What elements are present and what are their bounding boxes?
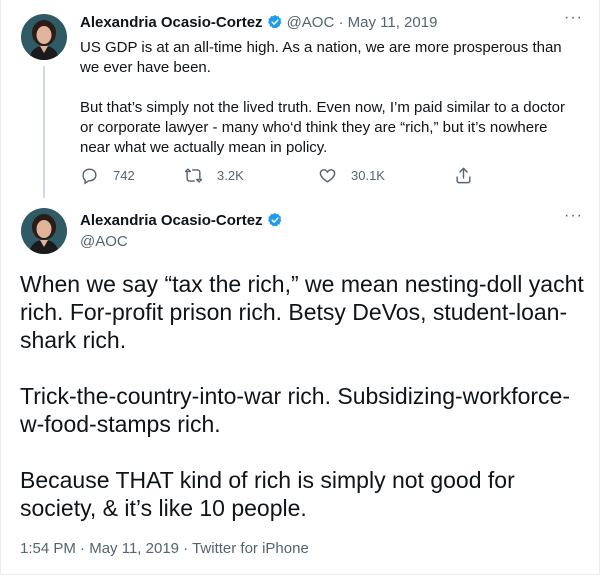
tweet2-paragraph-3: Because THAT kind of rich is simply not … bbox=[20, 467, 515, 521]
separator: · bbox=[80, 540, 86, 557]
tweet-thread: Alexandria Ocasio-Cortez @AOC · May 11, 2… bbox=[0, 0, 600, 575]
more-icon[interactable]: ··· bbox=[564, 9, 583, 27]
separator: · bbox=[338, 14, 344, 31]
retweet-count: 3.2K bbox=[217, 168, 244, 183]
tweet1-paragraph-1: US GDP is at an all-time high. As a nati… bbox=[80, 39, 562, 76]
avatar[interactable] bbox=[21, 208, 67, 254]
display-name[interactable]: Alexandria Ocasio-Cortez bbox=[80, 14, 263, 31]
tweet-time[interactable]: 1:54 PM bbox=[20, 540, 76, 557]
reply-count: 742 bbox=[113, 168, 135, 183]
tweet1-paragraph-2: But that’s simply not the lived truth. E… bbox=[80, 99, 565, 156]
display-name[interactable]: Alexandria Ocasio-Cortez bbox=[80, 212, 263, 229]
tweet-date[interactable]: May 11, 2019 bbox=[89, 540, 179, 557]
avatar-photo bbox=[21, 14, 67, 60]
more-icon[interactable]: ··· bbox=[564, 207, 583, 225]
verified-badge-icon bbox=[267, 15, 281, 29]
tweet2-header: Alexandria Ocasio-Cortez bbox=[80, 212, 287, 229]
share-icon bbox=[456, 167, 471, 184]
avatar[interactable] bbox=[21, 14, 67, 60]
tweet-source[interactable]: Twitter for iPhone bbox=[192, 540, 309, 557]
handle[interactable]: @AOC bbox=[287, 14, 335, 31]
tweet2-meta: 1:54 PM · May 11, 2019 · Twitter for iPh… bbox=[20, 540, 309, 557]
like-button[interactable]: 30.1K bbox=[318, 166, 385, 185]
tweet2-paragraph-1: When we say “tax the rich,” we mean nest… bbox=[20, 271, 584, 353]
handle[interactable]: @AOC bbox=[80, 233, 128, 250]
tweet1-text: US GDP is at an all-time high. As a nati… bbox=[80, 38, 580, 158]
reply-button[interactable]: 742 bbox=[80, 166, 135, 185]
retweet-button[interactable]: 3.2K bbox=[184, 166, 244, 185]
tweet2-paragraph-2: Trick-the-country-into-war rich. Subsidi… bbox=[20, 383, 571, 437]
tweet-date[interactable]: May 11, 2019 bbox=[348, 14, 438, 31]
reply-icon bbox=[82, 168, 97, 185]
tweet1-header: Alexandria Ocasio-Cortez @AOC · May 11, 2… bbox=[80, 14, 437, 31]
retweet-icon bbox=[184, 168, 203, 183]
tweet2-text: When we say “tax the rich,” we mean nest… bbox=[20, 270, 590, 522]
like-count: 30.1K bbox=[351, 168, 385, 183]
thread-connector bbox=[43, 66, 45, 198]
verified-badge-icon bbox=[267, 213, 281, 227]
share-button[interactable] bbox=[454, 166, 487, 185]
separator: · bbox=[183, 540, 189, 557]
like-icon bbox=[319, 169, 336, 183]
tweet1-actions: 742 3.2K 30.1K bbox=[80, 166, 580, 190]
avatar-photo bbox=[21, 208, 67, 254]
